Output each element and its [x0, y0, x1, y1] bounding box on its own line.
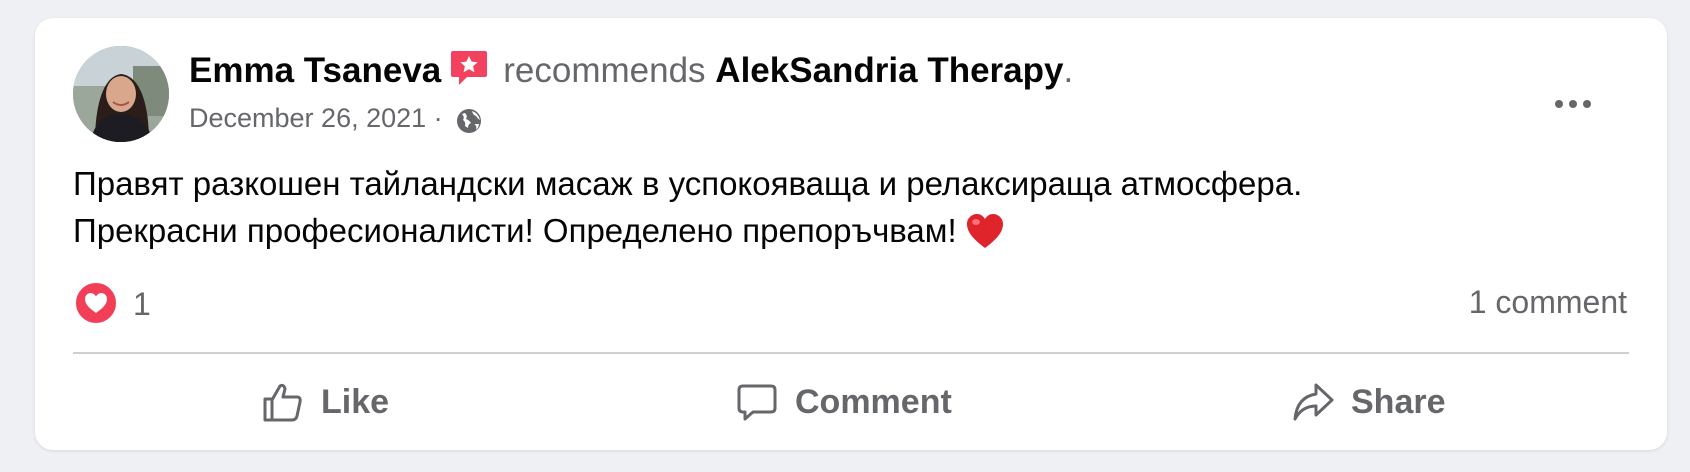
- post-card: Emma Tsaneva recommends AlekSandria Thera…: [35, 18, 1667, 450]
- dot-icon: [1583, 100, 1591, 108]
- globe-icon[interactable]: [456, 107, 482, 143]
- post-date[interactable]: December 26, 2021: [189, 103, 426, 133]
- like-button[interactable]: Like: [261, 370, 389, 434]
- share-arrow-icon: [1291, 380, 1335, 424]
- post-header: Emma Tsaneva recommends AlekSandria Thera…: [189, 48, 1073, 99]
- date-separator: ·: [433, 103, 443, 133]
- comment-label: Comment: [795, 382, 952, 421]
- post-text-line: Правят разкошен тайландски масаж в успок…: [73, 165, 1303, 202]
- post-text-line-2: Прекрасни професионалисти! Определено пр…: [73, 207, 1593, 264]
- header-period: .: [1063, 51, 1074, 90]
- reaction-count[interactable]: 1: [133, 284, 151, 324]
- red-heart-emoji-icon: [965, 212, 1005, 264]
- speech-bubble-icon: [735, 380, 779, 424]
- action-divider: [73, 352, 1629, 354]
- like-label: Like: [321, 382, 390, 421]
- more-options-button[interactable]: [1547, 78, 1599, 130]
- dot-icon: [1555, 100, 1563, 108]
- author-avatar[interactable]: [73, 46, 169, 142]
- comment-button[interactable]: Comment: [735, 370, 952, 434]
- dot-icon: [1569, 100, 1577, 108]
- star-speech-bubble-icon: [449, 48, 489, 99]
- page-name-link[interactable]: AlekSandria Therapy: [715, 51, 1063, 90]
- share-button[interactable]: Share: [1291, 370, 1446, 434]
- recommends-text: recommends: [503, 51, 706, 90]
- share-label: Share: [1351, 382, 1446, 421]
- thumbs-up-icon: [261, 380, 305, 424]
- post-body: Правят разкошен тайландски масаж в успок…: [73, 160, 1593, 264]
- love-reaction-icon[interactable]: [73, 280, 119, 326]
- comment-count-link[interactable]: 1 comment: [1469, 282, 1627, 322]
- post-text-line: Прекрасни професионалисти! Определено пр…: [73, 212, 957, 249]
- post-meta: December 26, 2021 ·: [189, 100, 482, 143]
- author-name[interactable]: Emma Tsaneva: [189, 51, 441, 90]
